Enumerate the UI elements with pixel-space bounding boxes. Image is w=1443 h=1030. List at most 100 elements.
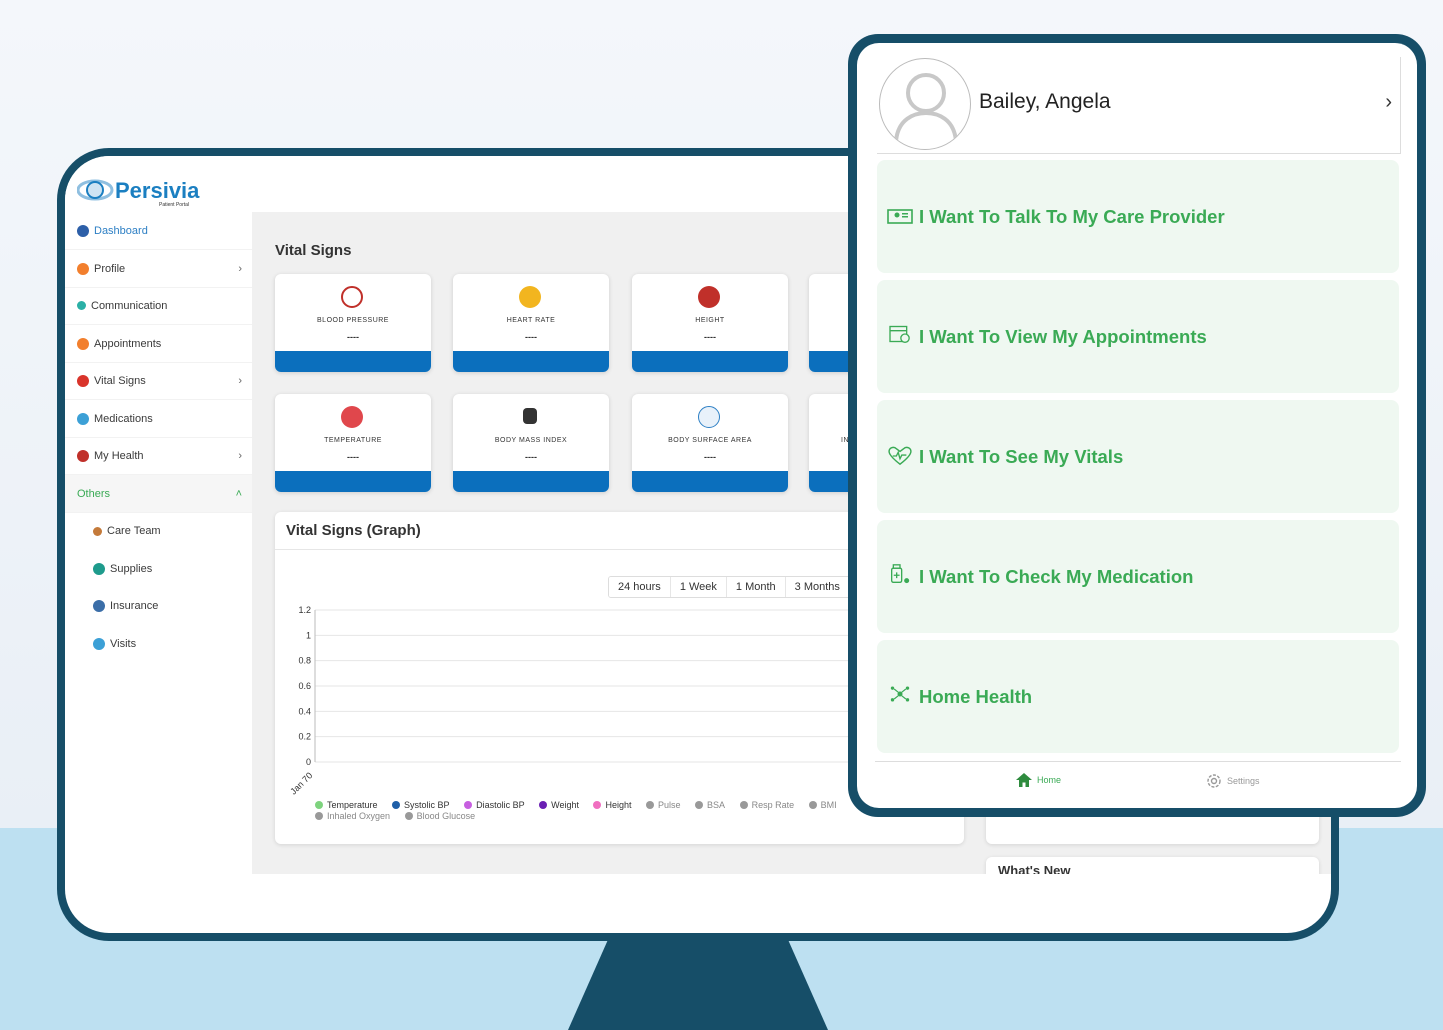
sidebar-subitem-insurance[interactable]: Insurance (65, 587, 252, 625)
sidebar-item-my-health[interactable]: My Health › (65, 437, 252, 475)
sidebar-item-dashboard[interactable]: Dashboard (65, 212, 252, 250)
brand-name: Persivia (115, 178, 200, 203)
legend-label: Height (605, 800, 632, 810)
body-surface-icon (698, 406, 720, 428)
chevron-right-icon: › (238, 262, 242, 275)
legend-label: Temperature (327, 800, 378, 810)
menu-card-medication[interactable]: I Want To Check My Medication (877, 520, 1399, 633)
vital-card-label: BLOOD PRESSURE (317, 317, 389, 324)
menu-card-care-provider[interactable]: I Want To Talk To My Care Provider (877, 160, 1399, 273)
vital-card-bmi[interactable]: BODY MASS INDEX ---- (453, 394, 609, 492)
vitals-icon (77, 374, 89, 387)
tab-3-months[interactable]: 3 Months (785, 577, 850, 597)
legend-dot-icon (404, 812, 413, 820)
legend-label: BMI (820, 800, 837, 810)
legend-item[interactable]: Diastolic BP (464, 800, 525, 810)
menu-label: I Want To Talk To My Care Provider (919, 206, 1225, 227)
legend-item[interactable]: Height (593, 800, 632, 810)
legend-dot-icon (539, 801, 548, 809)
legend-dot-icon (646, 801, 655, 809)
vital-card-heart-rate[interactable]: HEART RATE ---- (453, 274, 609, 372)
vital-card-value: ---- (704, 452, 716, 462)
legend-label: Weight (551, 800, 579, 810)
legend-dot-icon (695, 801, 704, 809)
chart-legend: Temperature Systolic BP Diastolic BP Wei… (315, 800, 875, 822)
legend-dot-icon (315, 812, 323, 820)
legend-item[interactable]: BMI (808, 800, 837, 810)
tab-1-month[interactable]: 1 Month (726, 577, 786, 597)
vital-card-label: BODY MASS INDEX (494, 437, 568, 444)
chevron-right-icon: › (238, 449, 242, 462)
vital-card-value: ---- (347, 452, 359, 462)
legend-label: Blood Glucose (416, 811, 476, 821)
tab-1-week[interactable]: 1 Week (670, 577, 727, 597)
legend-item[interactable]: Weight (539, 800, 579, 810)
whats-new-card: What's New (986, 857, 1319, 874)
legend-label: Inhaled Oxygen (327, 811, 391, 821)
sidebar-item-label: Vital Signs (94, 374, 146, 387)
vital-card-body-surface-area[interactable]: BODY SURFACE AREA ---- (632, 394, 788, 492)
legend-item[interactable]: Inhaled Oxygen (315, 811, 390, 821)
sidebar: Dashboard Profile › Communication Appoin… (65, 212, 252, 874)
legend-item[interactable]: Resp Rate (739, 800, 794, 810)
legend-item[interactable]: Blood Glucose (404, 811, 476, 821)
sidebar-item-label: Visits (110, 638, 137, 650)
vital-signs-title: Vital Signs (275, 242, 352, 259)
persivia-logo[interactable]: Persivia Patient Portal (77, 174, 217, 210)
legend-label: Diastolic BP (476, 800, 525, 810)
legend-item[interactable]: BSA (695, 800, 725, 810)
legend-item[interactable]: Systolic BP (392, 800, 450, 810)
gear-icon (1207, 774, 1221, 788)
sidebar-item-others[interactable]: Others ˄ (65, 475, 252, 513)
menu-card-vitals[interactable]: I Want To See My Vitals (877, 400, 1399, 513)
thermometer-icon (341, 406, 363, 428)
vital-card-blood-pressure[interactable]: BLOOD PRESSURE ---- (275, 274, 431, 372)
sidebar-item-communication[interactable]: Communication (65, 287, 252, 325)
sidebar-subitem-supplies[interactable]: Supplies (65, 550, 252, 588)
sidebar-item-label: My Health (94, 449, 144, 462)
pill-icon (77, 412, 89, 425)
vital-card-bar (275, 351, 431, 372)
chevron-right-icon: › (1385, 91, 1392, 113)
vital-card-temperature[interactable]: TEMPERATURE ---- (275, 394, 431, 492)
sidebar-item-vital-signs[interactable]: Vital Signs › (65, 362, 252, 400)
nav-home[interactable]: Home (1015, 772, 1061, 788)
provider-icon (887, 209, 913, 224)
vital-card-height[interactable]: HEIGHT ---- (632, 274, 788, 372)
legend-item[interactable]: Temperature (315, 800, 378, 810)
sidebar-subitem-visits[interactable]: Visits (65, 625, 252, 663)
whats-new-title: What's New (998, 863, 1071, 874)
menu-label: Home Health (919, 686, 1033, 707)
user-avatar-icon (894, 73, 958, 142)
sidebar-subitem-care-team[interactable]: Care Team (65, 512, 252, 550)
legend-dot-icon (808, 801, 817, 809)
legend-dot-icon (392, 801, 401, 809)
y-tick-label: 0.2 (298, 732, 311, 742)
menu-card-appointments[interactable]: I Want To View My Appointments (877, 280, 1399, 393)
calendar-icon (77, 337, 89, 350)
menu-label: I Want To View My Appointments (919, 326, 1207, 347)
vital-card-value: ---- (525, 332, 537, 342)
nav-settings[interactable]: Settings (1205, 772, 1260, 790)
legend-dot-icon (593, 801, 602, 809)
y-tick-label: 0.4 (298, 706, 311, 716)
sidebar-item-label: Supplies (110, 563, 153, 575)
supplies-icon (93, 563, 105, 575)
appointment-icon (889, 325, 910, 343)
sidebar-item-label: Dashboard (94, 224, 148, 237)
sidebar-item-medications[interactable]: Medications (65, 400, 252, 438)
sidebar-item-appointments[interactable]: Appointments (65, 325, 252, 363)
sidebar-item-profile[interactable]: Profile › (65, 250, 252, 288)
team-icon (93, 526, 102, 536)
home-icon (1016, 773, 1032, 787)
menu-card-home-health[interactable]: Home Health (877, 640, 1399, 753)
logo-mark-icon (77, 179, 114, 201)
tab-24-hours[interactable]: 24 hours (609, 577, 671, 597)
legend-item[interactable]: Pulse (646, 800, 681, 810)
y-tick-label: 0 (306, 757, 311, 767)
monitor-stand (568, 936, 828, 1030)
vital-card-label: TEMPERATURE (324, 437, 382, 444)
patient-profile-row[interactable]: Bailey, Angela › (877, 57, 1401, 154)
vital-card-label: BODY SURFACE AREA (668, 437, 752, 444)
user-icon (77, 262, 89, 275)
